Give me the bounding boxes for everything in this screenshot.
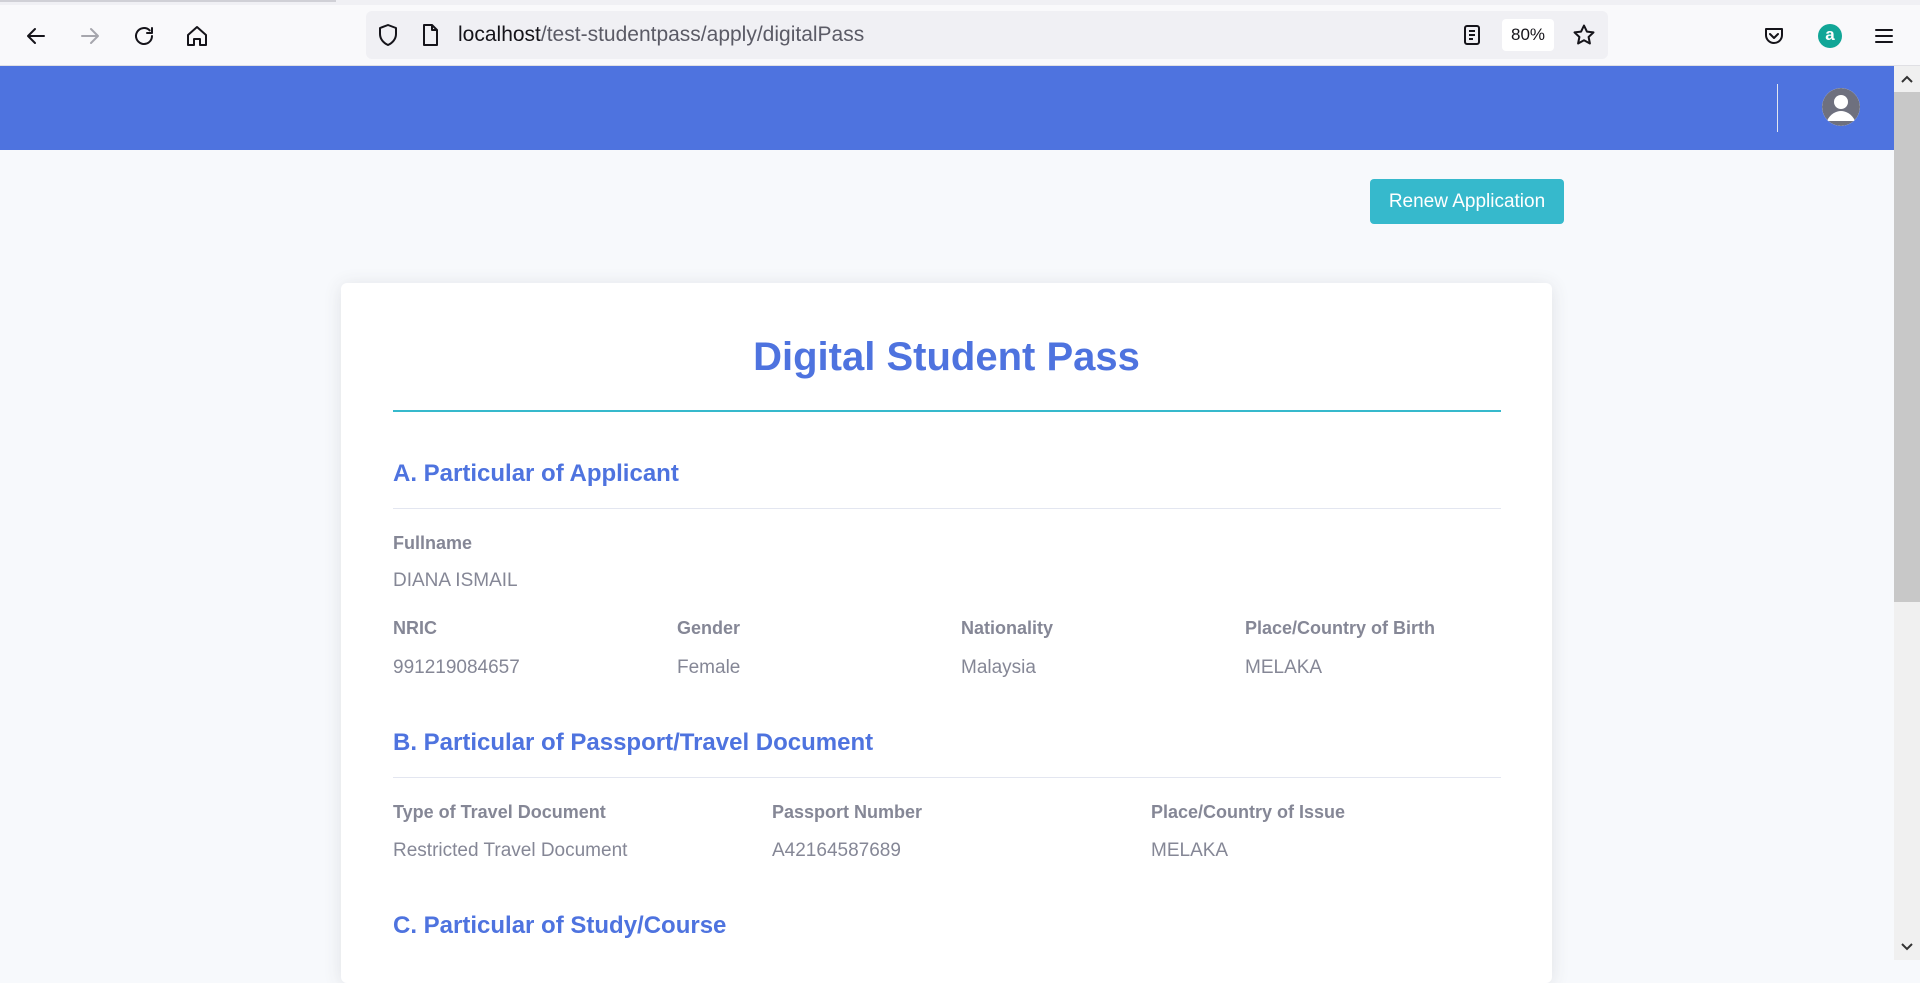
fullname-value: DIANA ISMAIL — [393, 570, 518, 591]
passport-number-value: A42164587689 — [772, 840, 901, 861]
section-a-heading: A. Particular of Applicant — [393, 460, 679, 487]
extension-a-icon: a — [1818, 24, 1842, 48]
browser-toolbar: localhost/test-studentpass/apply/digital… — [0, 0, 1920, 66]
app-navbar — [0, 66, 1894, 150]
page-scrollbar[interactable] — [1894, 66, 1920, 960]
home-icon — [187, 26, 207, 46]
page-icon[interactable] — [418, 23, 442, 47]
address-bar[interactable]: localhost/test-studentpass/apply/digital… — [366, 11, 1608, 59]
hamburger-menu-icon — [1875, 29, 1893, 43]
tab-strip — [0, 0, 1920, 5]
gender-value: Female — [677, 657, 741, 678]
reader-view-icon[interactable] — [1460, 23, 1484, 47]
renew-application-button[interactable]: Renew Application — [1370, 179, 1564, 224]
nric-label: NRIC — [393, 618, 437, 638]
zoom-level-badge[interactable]: 80% — [1502, 19, 1554, 51]
url-path: /test-studentpass/apply/digitalPass — [540, 23, 865, 46]
title-divider — [393, 410, 1501, 412]
section-c-heading: C. Particular of Study/Course — [393, 912, 727, 939]
travel-doc-type-label: Type of Travel Document — [393, 802, 606, 822]
fullname-label: Fullname — [393, 533, 473, 553]
passport-number-label: Passport Number — [772, 802, 923, 822]
nationality-value: Malaysia — [961, 657, 1036, 678]
chevron-up-icon — [1901, 75, 1913, 83]
url-text[interactable]: localhost/test-studentpass/apply/digital… — [458, 23, 864, 47]
home-button[interactable] — [177, 16, 217, 56]
page-title: Digital Student Pass — [753, 335, 1140, 379]
scroll-up-arrow[interactable] — [1894, 66, 1920, 92]
nationality-label: Nationality — [961, 618, 1054, 638]
birth-place-value: MELAKA — [1245, 657, 1323, 678]
navbar-divider — [1777, 84, 1778, 132]
pocket-button[interactable] — [1759, 21, 1789, 51]
url-host: localhost — [458, 23, 541, 46]
gender-label: Gender — [677, 618, 741, 638]
nric-value: 991219084657 — [393, 657, 520, 678]
scroll-thumb[interactable] — [1894, 92, 1920, 602]
pocket-icon — [1765, 28, 1783, 44]
user-icon — [1822, 88, 1860, 126]
issue-place-value: MELAKA — [1151, 840, 1229, 861]
star-icon[interactable] — [1572, 23, 1596, 47]
user-avatar[interactable] — [1822, 88, 1860, 126]
issue-place-label: Place/Country of Issue — [1151, 802, 1346, 822]
reload-button[interactable] — [124, 16, 164, 56]
chevron-down-icon — [1901, 943, 1913, 951]
reload-icon — [135, 27, 153, 45]
section-a-divider — [393, 508, 1501, 509]
arrow-left-icon — [27, 28, 45, 44]
travel-doc-type-value: Restricted Travel Document — [393, 840, 628, 861]
arrow-right-icon — [81, 28, 99, 44]
back-button[interactable] — [16, 16, 56, 56]
birth-place-label: Place/Country of Birth — [1245, 618, 1436, 638]
scroll-down-arrow[interactable] — [1894, 934, 1920, 960]
active-tab-indicator — [0, 0, 336, 2]
section-b-heading: B. Particular of Passport/Travel Documen… — [393, 729, 874, 756]
digital-pass-card: Digital Student Pass A. Particular of Ap… — [341, 283, 1552, 983]
section-b-divider — [393, 777, 1501, 778]
extension-button[interactable]: a — [1815, 21, 1845, 51]
shield-icon[interactable] — [376, 23, 400, 47]
forward-button[interactable] — [70, 16, 110, 56]
menu-button[interactable] — [1869, 21, 1899, 51]
